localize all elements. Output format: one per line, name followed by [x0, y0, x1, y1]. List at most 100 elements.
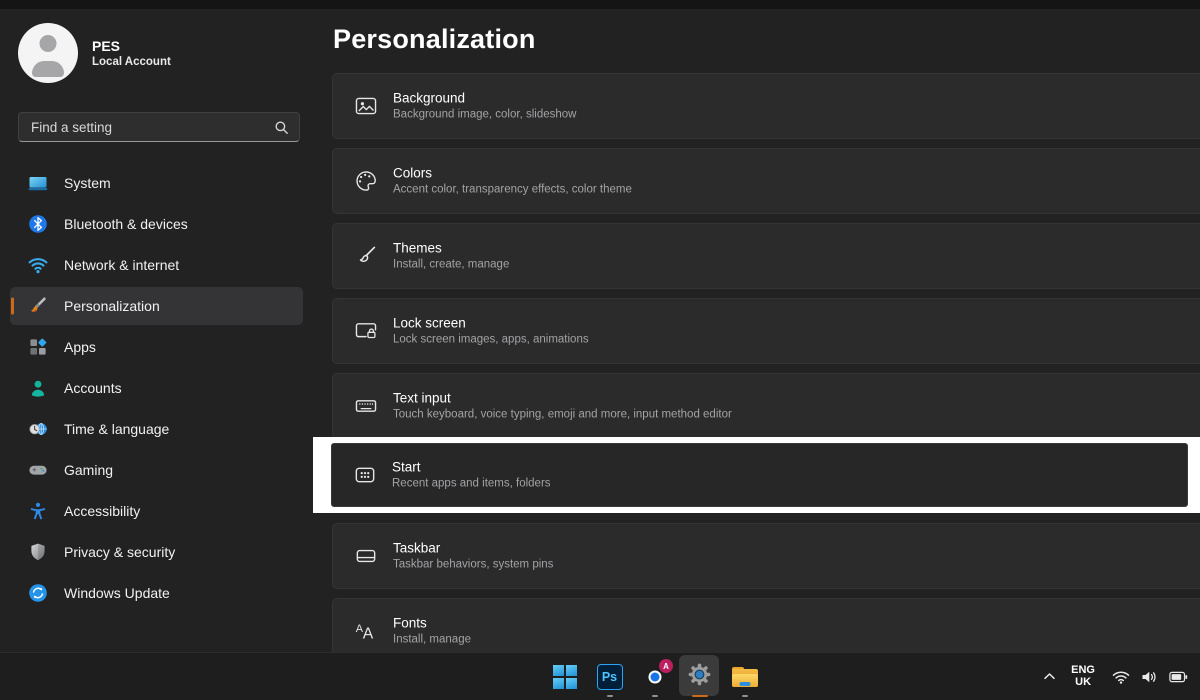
fonts-icon: AA — [353, 618, 379, 644]
row-text: ColorsAccent color, transparency effects… — [393, 165, 632, 198]
photoshop-icon: Ps — [597, 664, 623, 690]
settings-gear-icon — [687, 662, 712, 692]
open-app-indicator — [652, 695, 658, 698]
windows-update-icon — [28, 583, 48, 603]
row-text: BackgroundBackground image, color, slide… — [393, 90, 576, 123]
sidebar-item-bluetooth-devices[interactable]: Bluetooth & devices — [10, 205, 303, 243]
row-title: Background — [393, 90, 576, 107]
personalization-icon — [28, 296, 48, 316]
apps-icon — [28, 337, 48, 357]
row-text: StartRecent apps and items, folders — [392, 459, 551, 492]
row-title: Lock screen — [393, 315, 589, 332]
accessibility-icon — [28, 501, 48, 521]
row-title: Start — [392, 459, 551, 476]
row-subtitle: Background image, color, slideshow — [393, 108, 576, 123]
sidebar-item-label: Network & internet — [64, 257, 179, 273]
svg-text:A: A — [363, 626, 374, 643]
sidebar-item-label: Gaming — [64, 462, 113, 478]
open-app-indicator — [742, 695, 748, 698]
sidebar-item-apps[interactable]: Apps — [10, 328, 303, 366]
sidebar-item-label: Accessibility — [64, 503, 140, 519]
battery-icon[interactable] — [1169, 671, 1188, 683]
chrome-profile-badge: A — [659, 659, 673, 673]
taskbar-app-windows-start[interactable] — [542, 653, 587, 700]
row-text: TaskbarTaskbar behaviors, system pins — [393, 540, 553, 573]
windows-start-icon — [553, 665, 577, 689]
sidebar-item-label: Time & language — [64, 421, 169, 437]
settings-row-taskbar[interactable]: TaskbarTaskbar behaviors, system pins — [332, 523, 1200, 589]
sidebar-item-windows-update[interactable]: Windows Update — [10, 574, 303, 612]
row-subtitle: Touch keyboard, voice typing, emoji and … — [393, 408, 732, 423]
chrome-icon: A — [641, 663, 668, 690]
active-app-indicator — [692, 695, 708, 698]
row-title: Taskbar — [393, 540, 553, 557]
network-icon — [28, 255, 48, 275]
settings-row-themes[interactable]: ThemesInstall, create, manage — [332, 223, 1200, 289]
background-icon — [353, 93, 379, 119]
sidebar-item-accessibility[interactable]: Accessibility — [10, 492, 303, 530]
selected-accent-pill — [11, 298, 14, 315]
sidebar-item-accounts[interactable]: Accounts — [10, 369, 303, 407]
language-indicator[interactable]: ENG UK — [1071, 665, 1095, 688]
row-title: Text input — [393, 390, 732, 407]
tray-chevron-up-icon[interactable] — [1043, 672, 1056, 681]
taskbar-app-chrome[interactable]: A — [632, 653, 677, 700]
settings-sidebar: PES Local Account SystemBluetooth & devi… — [0, 0, 320, 653]
row-text: ThemesInstall, create, manage — [393, 240, 509, 273]
taskbar-app-settings[interactable] — [677, 653, 722, 700]
time-language-icon — [28, 419, 48, 439]
taskbar-apps: Ps A — [542, 653, 767, 700]
gaming-icon — [28, 460, 48, 480]
account-button[interactable]: PES Local Account — [18, 23, 171, 83]
account-type: Local Account — [92, 55, 171, 69]
sidebar-item-system[interactable]: System — [10, 164, 303, 202]
sidebar-item-privacy-security[interactable]: Privacy & security — [10, 533, 303, 571]
sidebar-nav: SystemBluetooth & devices Network & inter… — [10, 164, 303, 615]
sidebar-item-label: Privacy & security — [64, 544, 175, 560]
user-avatar — [18, 23, 78, 83]
file-explorer-icon — [732, 667, 758, 687]
volume-icon[interactable] — [1141, 670, 1158, 684]
row-subtitle: Accent color, transparency effects, colo… — [393, 183, 632, 198]
open-app-indicator — [607, 695, 613, 698]
search-icon[interactable] — [274, 120, 289, 135]
window-top-edge — [0, 0, 1200, 9]
settings-row-lock-screen[interactable]: Lock screenLock screen images, apps, ani… — [332, 298, 1200, 364]
row-subtitle: Lock screen images, apps, animations — [393, 333, 589, 348]
find-a-setting-searchbox[interactable] — [18, 112, 300, 142]
taskbar-app-file-explorer[interactable] — [722, 653, 767, 700]
account-name: PES — [92, 38, 171, 55]
sidebar-item-network-internet[interactable]: Network & internet — [10, 246, 303, 284]
sidebar-item-time-language[interactable]: Time & language — [10, 410, 303, 448]
row-text: FontsInstall, manage — [393, 615, 471, 648]
sidebar-item-gaming[interactable]: Gaming — [10, 451, 303, 489]
taskbar-app-photoshop[interactable]: Ps — [587, 653, 632, 700]
settings-row-background[interactable]: BackgroundBackground image, color, slide… — [332, 73, 1200, 139]
page-title: Personalization — [333, 24, 536, 55]
accounts-icon — [28, 378, 48, 398]
search-input[interactable] — [29, 119, 274, 136]
row-title: Fonts — [393, 615, 471, 632]
lock-screen-icon — [353, 318, 379, 344]
sidebar-item-personalization[interactable]: Personalization — [10, 287, 303, 325]
start-row-highlight-annotation: StartRecent apps and items, folders — [313, 437, 1200, 513]
settings-row-colors[interactable]: ColorsAccent color, transparency effects… — [332, 148, 1200, 214]
row-title: Themes — [393, 240, 509, 257]
row-subtitle: Install, manage — [393, 633, 471, 648]
sidebar-item-label: Apps — [64, 339, 96, 355]
windows-settings-screen: PES Local Account SystemBluetooth & devi… — [0, 0, 1200, 700]
settings-row-start[interactable]: StartRecent apps and items, folders — [331, 443, 1188, 507]
sidebar-item-label: Personalization — [64, 298, 160, 314]
row-subtitle: Recent apps and items, folders — [392, 477, 551, 492]
text-input-icon — [353, 393, 379, 419]
privacy-security-icon — [28, 542, 48, 562]
windows-taskbar: Ps A ENG UK — [0, 652, 1200, 700]
start-icon — [352, 462, 378, 488]
wifi-icon[interactable] — [1112, 670, 1130, 684]
row-text: Lock screenLock screen images, apps, ani… — [393, 315, 589, 348]
row-title: Colors — [393, 165, 632, 182]
sidebar-item-label: Accounts — [64, 380, 122, 396]
row-text: Text inputTouch keyboard, voice typing, … — [393, 390, 732, 423]
settings-row-text-input[interactable]: Text inputTouch keyboard, voice typing, … — [332, 373, 1200, 439]
row-subtitle: Taskbar behaviors, system pins — [393, 558, 553, 573]
